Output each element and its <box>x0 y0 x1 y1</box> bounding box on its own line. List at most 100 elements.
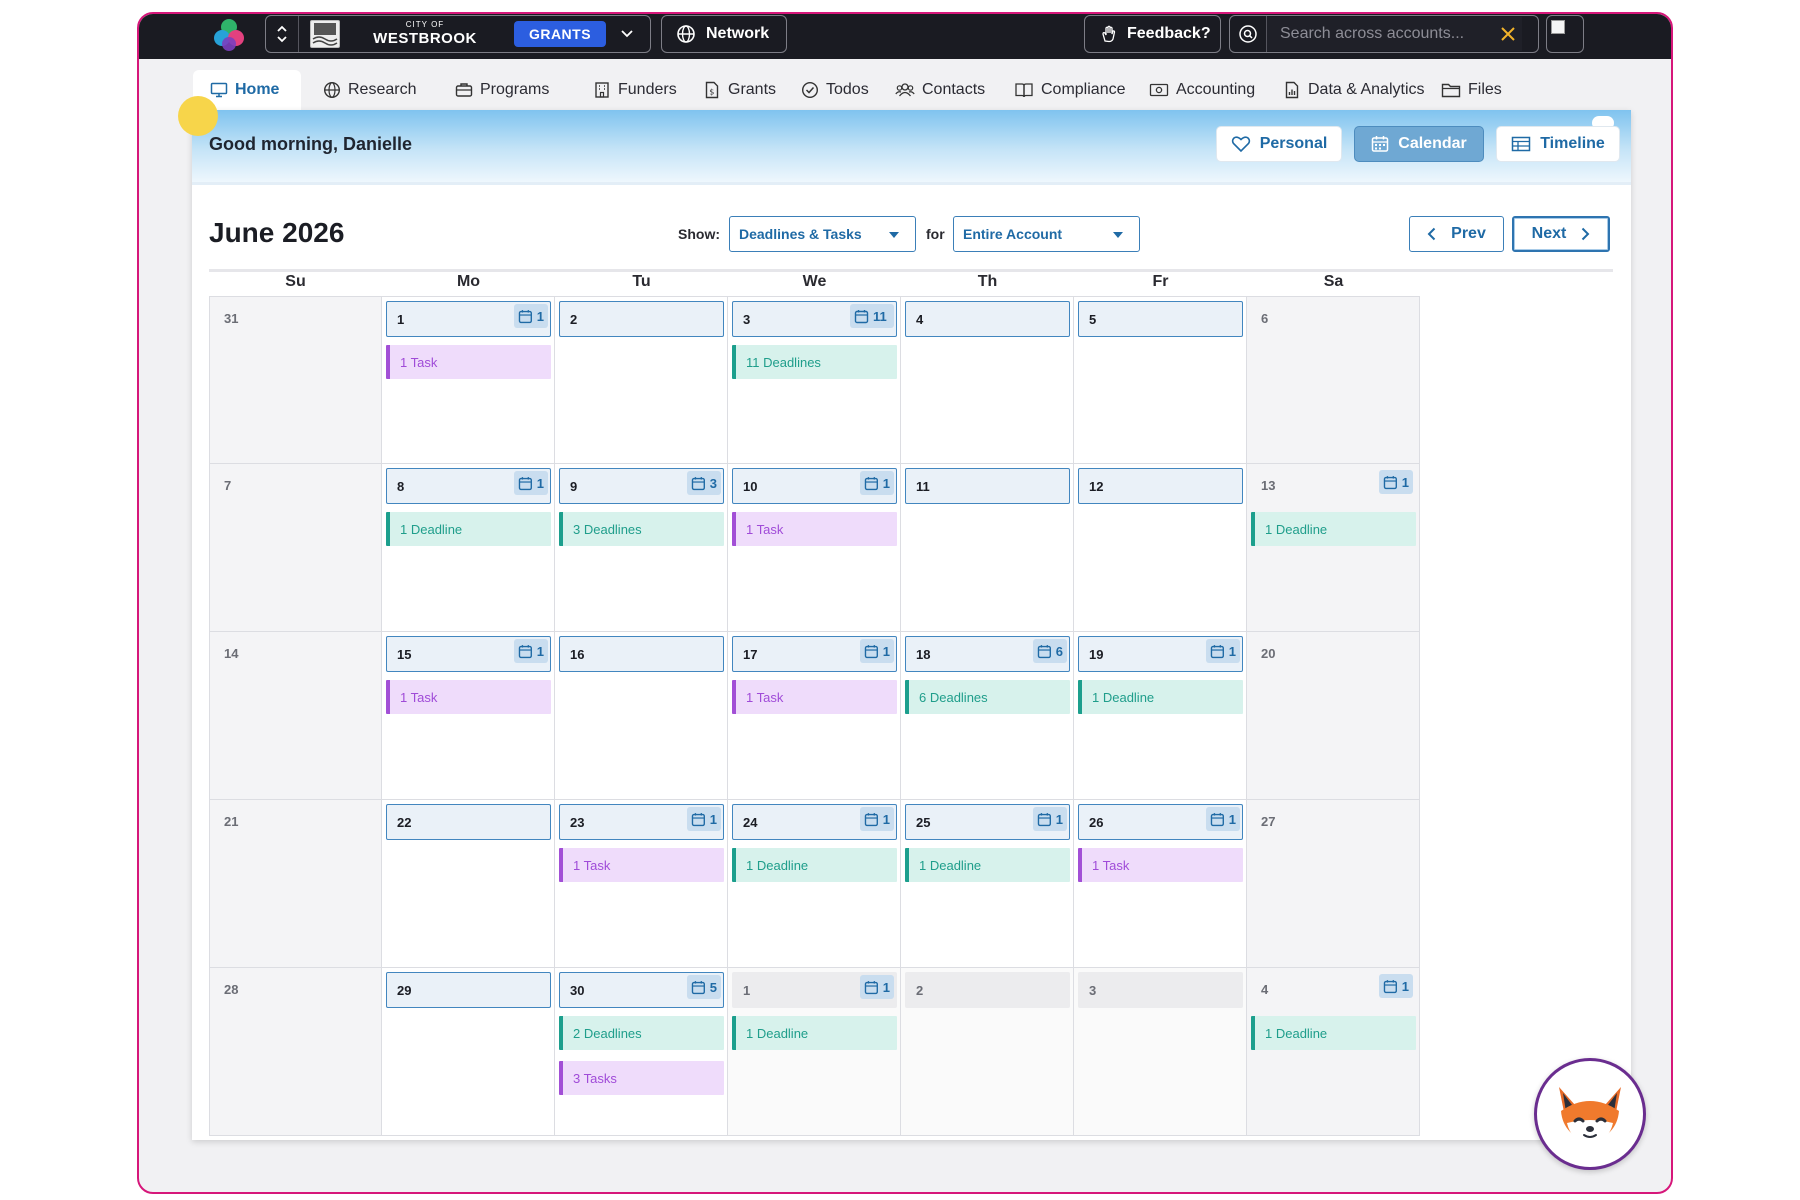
deadline-summary-chip[interactable]: 1 Deadline <box>732 1016 897 1050</box>
deadline-summary-chip[interactable]: 1 Deadline <box>1251 512 1416 546</box>
deadline-summary-chip[interactable]: 11 Deadlines <box>732 345 897 379</box>
calendar-day-cell[interactable]: 12 <box>1074 464 1247 632</box>
deadline-summary-chip[interactable]: 6 Deadlines <box>905 680 1070 714</box>
deadline-summary-chip[interactable]: 2 Deadlines <box>559 1016 724 1050</box>
calendar-day-cell[interactable]: 9 3 3 Deadlines <box>555 464 728 632</box>
deadline-summary-chip[interactable]: 1 Deadline <box>732 848 897 882</box>
calendar-day-cell[interactable]: 20 <box>1247 632 1420 800</box>
event-count-badge[interactable]: 1 <box>1379 470 1413 494</box>
tab-compliance[interactable]: Compliance <box>1014 70 1125 110</box>
event-count-badge[interactable]: 6 <box>1033 639 1067 663</box>
calendar-day-cell[interactable]: 31 <box>209 296 382 464</box>
event-count-badge[interactable]: 11 <box>850 304 894 328</box>
calendar-day-cell[interactable]: 4 <box>901 296 1074 464</box>
app-logo-icon[interactable] <box>211 17 247 53</box>
calendar-day-cell[interactable]: 14 <box>209 632 382 800</box>
day-header-box[interactable]: 12 <box>1078 468 1243 504</box>
event-count-badge[interactable]: 1 <box>1206 639 1240 663</box>
calendar-day-cell[interactable]: 22 <box>382 800 555 968</box>
task-summary-chip[interactable]: 1 Task <box>386 345 551 379</box>
network-button[interactable]: Network <box>661 15 787 53</box>
event-count-badge[interactable]: 1 <box>687 807 721 831</box>
calendar-day-cell[interactable]: 7 <box>209 464 382 632</box>
day-header-box[interactable]: 11 <box>905 468 1070 504</box>
calendar-day-cell[interactable]: 2 <box>901 968 1074 1136</box>
tab-accounting[interactable]: Accounting <box>1149 70 1255 110</box>
day-header-box[interactable]: 29 <box>386 972 551 1008</box>
tab-data-analytics[interactable]: Data & Analytics <box>1283 70 1425 110</box>
tab-programs[interactable]: Programs <box>455 70 549 110</box>
calendar-day-cell[interactable]: 8 1 1 Deadline <box>382 464 555 632</box>
task-summary-chip[interactable]: 1 Task <box>1078 848 1243 882</box>
calendar-day-cell[interactable]: 28 <box>209 968 382 1136</box>
calendar-day-cell[interactable]: 1 1 1 Deadline <box>728 968 901 1136</box>
module-badge[interactable]: GRANTS <box>514 21 606 47</box>
feedback-button[interactable]: Feedback? <box>1084 15 1221 53</box>
tab-files[interactable]: Files <box>1441 70 1502 110</box>
deadline-summary-chip[interactable]: 1 Deadline <box>905 848 1070 882</box>
task-summary-chip[interactable]: 1 Task <box>559 848 724 882</box>
calendar-day-cell[interactable]: 1 1 1 Task <box>382 296 555 464</box>
calendar-day-cell[interactable]: 16 <box>555 632 728 800</box>
calendar-day-cell[interactable]: 18 6 6 Deadlines <box>901 632 1074 800</box>
personal-view-button[interactable]: Personal <box>1216 126 1342 162</box>
user-avatar-button[interactable] <box>1546 15 1584 53</box>
event-count-badge[interactable]: 1 <box>1379 974 1413 998</box>
task-summary-chip[interactable]: 1 Task <box>732 512 897 546</box>
calendar-day-cell[interactable]: 27 <box>1247 800 1420 968</box>
calendar-day-cell[interactable]: 17 1 1 Task <box>728 632 901 800</box>
event-count-badge[interactable]: 1 <box>1033 807 1067 831</box>
event-count-badge[interactable]: 1 <box>514 471 548 495</box>
chevron-down-icon[interactable] <box>618 25 636 43</box>
tab-grants[interactable]: $ Grants <box>703 70 776 110</box>
assistant-fox-button[interactable] <box>1534 1058 1646 1170</box>
task-summary-chip[interactable]: 1 Task <box>732 680 897 714</box>
event-count-badge[interactable]: 1 <box>514 304 548 328</box>
event-count-badge[interactable]: 1 <box>860 471 894 495</box>
calendar-day-cell[interactable]: 4 1 1 Deadline <box>1247 968 1420 1136</box>
day-header-box[interactable]: 16 <box>559 636 724 672</box>
event-count-badge[interactable]: 5 <box>687 975 721 999</box>
event-count-badge[interactable]: 1 <box>1206 807 1240 831</box>
tab-research[interactable]: Research <box>323 70 416 110</box>
day-header-box[interactable]: 2 <box>559 301 724 337</box>
calendar-day-cell[interactable]: 29 <box>382 968 555 1136</box>
calendar-day-cell[interactable]: 6 <box>1247 296 1420 464</box>
calendar-day-cell[interactable]: 24 1 1 Deadline <box>728 800 901 968</box>
calendar-day-cell[interactable]: 3 11 11 Deadlines <box>728 296 901 464</box>
deadline-summary-chip[interactable]: 1 Deadline <box>1078 680 1243 714</box>
tab-funders[interactable]: Funders <box>593 70 677 110</box>
deadline-summary-chip[interactable]: 3 Deadlines <box>559 512 724 546</box>
event-count-badge[interactable]: 1 <box>514 639 548 663</box>
day-header-box[interactable]: 3 <box>1078 972 1243 1008</box>
calendar-day-cell[interactable]: 11 <box>901 464 1074 632</box>
prev-month-button[interactable]: Prev <box>1409 216 1504 252</box>
calendar-day-cell[interactable]: 5 <box>1074 296 1247 464</box>
deadline-summary-chip[interactable]: 1 Deadline <box>1251 1016 1416 1050</box>
show-filter-select[interactable]: Deadlines & Tasks <box>729 216 916 252</box>
task-summary-chip[interactable]: 3 Tasks <box>559 1061 724 1095</box>
day-header-box[interactable]: 22 <box>386 804 551 840</box>
calendar-day-cell[interactable]: 26 1 1 Task <box>1074 800 1247 968</box>
scope-filter-select[interactable]: Entire Account <box>953 216 1140 252</box>
calendar-day-cell[interactable]: 21 <box>209 800 382 968</box>
close-icon[interactable] <box>1500 26 1516 42</box>
calendar-day-cell[interactable]: 19 1 1 Deadline <box>1074 632 1247 800</box>
calendar-day-cell[interactable]: 3 <box>1074 968 1247 1136</box>
calendar-day-cell[interactable]: 15 1 1 Task <box>382 632 555 800</box>
calendar-day-cell[interactable]: 30 5 2 Deadlines 3 Tasks <box>555 968 728 1136</box>
event-count-badge[interactable]: 1 <box>860 975 894 999</box>
calendar-day-cell[interactable]: 2 <box>555 296 728 464</box>
day-header-box[interactable]: 2 <box>905 972 1070 1008</box>
calendar-day-cell[interactable]: 10 1 1 Task <box>728 464 901 632</box>
tab-contacts[interactable]: Contacts <box>895 70 985 110</box>
day-header-box[interactable]: 4 <box>905 301 1070 337</box>
event-count-badge[interactable]: 1 <box>860 639 894 663</box>
event-count-badge[interactable]: 1 <box>860 807 894 831</box>
calendar-view-button[interactable]: Calendar <box>1354 126 1484 162</box>
calendar-day-cell[interactable]: 25 1 1 Deadline <box>901 800 1074 968</box>
next-month-button[interactable]: Next <box>1512 216 1610 252</box>
day-header-box[interactable]: 5 <box>1078 301 1243 337</box>
up-down-chevron-icon[interactable] <box>274 23 290 45</box>
task-summary-chip[interactable]: 1 Task <box>386 680 551 714</box>
